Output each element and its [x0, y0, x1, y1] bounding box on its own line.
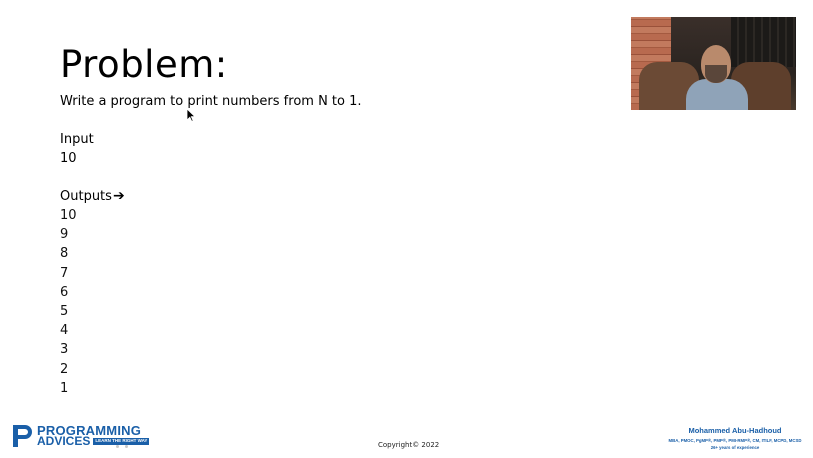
output-line: 3: [60, 342, 69, 358]
outputs-heading: Outputs ➔: [60, 187, 125, 206]
presentation-slide: Problem: Write a program to print number…: [0, 0, 813, 458]
slide-title: Problem:: [60, 43, 228, 86]
input-label: Input: [60, 132, 94, 147]
logo-line-2: ADVICES: [37, 434, 91, 448]
output-line: 10: [60, 208, 77, 223]
outputs-label: Outputs: [60, 189, 112, 204]
slide-nav-dots: [116, 445, 128, 448]
copyright-text: Copyright© 2022: [378, 441, 440, 449]
output-line: 6: [60, 284, 69, 300]
mouse-pointer-icon: [186, 108, 196, 122]
output-line: 4: [60, 323, 69, 339]
output-line: 7: [60, 265, 69, 281]
presenter-beard: [705, 65, 727, 83]
presenter-torso: [686, 79, 748, 110]
logo-tagline: LEARN THE RIGHT WAY: [93, 438, 150, 445]
logo-line-2-row: ADVICES LEARN THE RIGHT WAY: [37, 434, 150, 448]
presenter-webcam: [631, 17, 796, 110]
bookshelf: [731, 17, 796, 67]
output-line: 8: [60, 246, 69, 262]
logo-wordmark: PROGRAMMING ADVICES LEARN THE RIGHT WAY: [37, 424, 150, 448]
author-block: Mohammed Abu-Hadhoud MBA, PMOC, PgMP®, P…: [660, 426, 810, 450]
output-line: 2: [60, 361, 69, 377]
nav-dot: [116, 445, 119, 448]
programming-advices-logo: PROGRAMMING ADVICES LEARN THE RIGHT WAY: [11, 423, 150, 449]
output-line: 5: [60, 303, 69, 319]
outputs-list: 10 9 8 7 6 5 4 3 2 1: [60, 206, 77, 398]
author-experience: 26+ years of experience: [710, 445, 760, 450]
nav-dot: [125, 445, 128, 448]
programming-advices-logo-icon: [13, 425, 32, 447]
input-value: 10: [60, 151, 77, 166]
output-line: 1: [60, 380, 69, 396]
problem-statement: Write a program to print numbers from N …: [60, 94, 362, 109]
author-name: Mohammed Abu-Hadhoud: [688, 426, 782, 435]
output-line: 9: [60, 227, 69, 243]
arrow-right-icon: ➔: [112, 188, 125, 204]
author-credentials: MBA, PMOC, PgMP®, PMP®, PMI-RMP®, CM, IT…: [668, 438, 802, 443]
